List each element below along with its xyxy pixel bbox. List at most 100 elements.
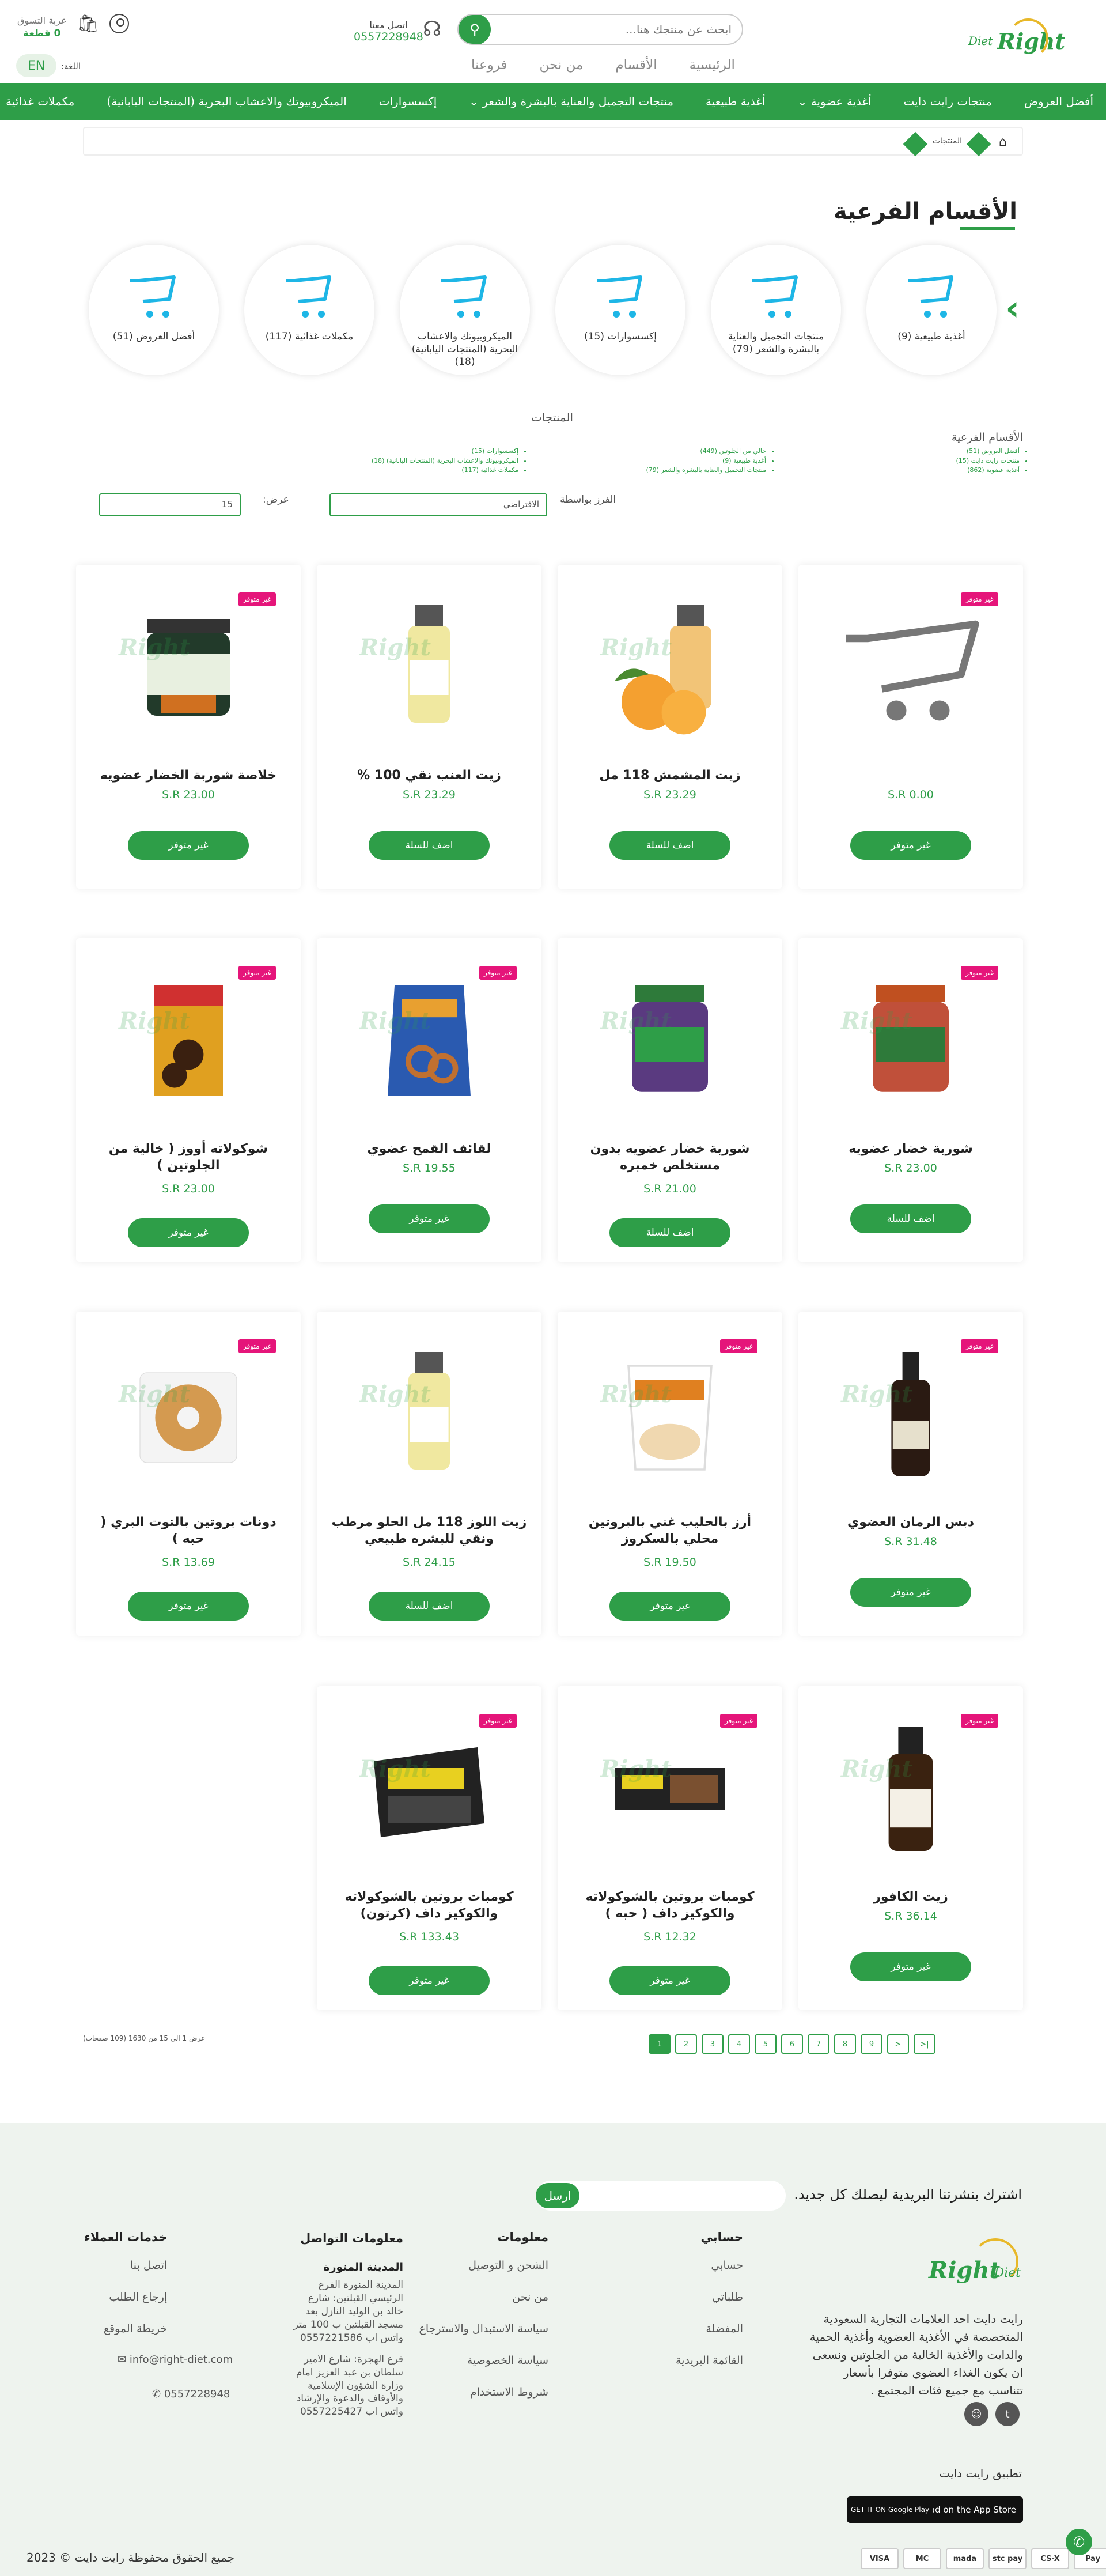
nav-about[interactable]: من نحن bbox=[539, 58, 583, 73]
page-button[interactable]: 7 bbox=[808, 2034, 830, 2054]
page-button[interactable]: 6 bbox=[781, 2034, 803, 2054]
cart-icon[interactable]: 🛍 bbox=[77, 14, 99, 34]
nav-macrobiotic[interactable]: الميكروبيوتك والاعشاب البحرية (المنتجات … bbox=[107, 95, 347, 108]
add-to-cart-button[interactable]: غير متوفر bbox=[369, 1966, 490, 1995]
product-image[interactable] bbox=[351, 1702, 507, 1875]
product-name[interactable]: كومبات بروتين بالشوكولاته والكوكيز داف (… bbox=[569, 1889, 771, 1922]
nav-right-diet-products[interactable]: منتجات رايت دايت bbox=[904, 95, 992, 108]
subcategory-link[interactable]: مكملات غذائية (117) bbox=[372, 466, 518, 475]
subcategory-item[interactable]: منتجات التجميل والعناية بالبشرة والشعر (… bbox=[711, 245, 841, 375]
whatsapp-icon[interactable]: ✆ bbox=[1066, 2529, 1092, 2555]
add-to-cart-button[interactable]: غير متوفر bbox=[128, 1218, 249, 1247]
home-icon[interactable]: ⌂ bbox=[999, 135, 1007, 149]
product-card[interactable]: Right غير متوفر لقائف القمح عضوي S.R 19.55 غ… bbox=[317, 938, 541, 1262]
product-name[interactable]: زيت المشمش 118 مل bbox=[569, 768, 771, 784]
add-to-cart-button[interactable]: غير متوفر bbox=[850, 1952, 971, 1981]
twitter-icon[interactable]: t bbox=[995, 2402, 1020, 2426]
footer-link[interactable]: اتصل بنا bbox=[84, 2259, 167, 2272]
product-name[interactable]: دبس الرمان العضوي bbox=[810, 1514, 1012, 1531]
nav-best-offers[interactable]: أفضل العروض bbox=[1024, 95, 1093, 108]
product-image[interactable] bbox=[592, 581, 748, 754]
subcategory-item[interactable]: إكسسوارات (15) bbox=[555, 245, 685, 375]
nav-natural[interactable]: أغذية طبيعية bbox=[706, 95, 766, 108]
nav-home[interactable]: الرئيسية bbox=[690, 58, 735, 73]
add-to-cart-button[interactable]: غير متوفر bbox=[609, 1592, 730, 1621]
page-button[interactable]: 4 bbox=[728, 2034, 750, 2054]
show-select[interactable]: 15 bbox=[99, 493, 241, 516]
product-card[interactable]: Right غير متوفر كومبات بروتين بالشوكولاته … bbox=[317, 1686, 541, 2010]
page-button[interactable]: 3 bbox=[702, 2034, 724, 2054]
subcategory-link[interactable]: أغذية عضوية (862) bbox=[956, 466, 1020, 475]
next-page-button[interactable]: > bbox=[887, 2034, 909, 2054]
product-name[interactable]: زيت الكافور bbox=[810, 1889, 1012, 1906]
product-name[interactable]: دونات بروتين بالتوت البري ( حبه ) bbox=[88, 1514, 289, 1547]
footer-logo[interactable]: Right Diet bbox=[925, 2227, 1023, 2296]
product-card[interactable]: Right غير متوفر خلاصة شوربة الخضار عضويه S.… bbox=[76, 565, 301, 889]
add-to-cart-button[interactable]: اضف للسلة bbox=[609, 831, 730, 860]
phone-contact[interactable]: اتصل معنا 0557228948 bbox=[354, 20, 423, 44]
footer-link[interactable]: سياسة الخصوصية bbox=[419, 2354, 548, 2367]
subcategory-link[interactable]: أغذية طبيعية (9) bbox=[646, 456, 766, 466]
nav-accessories[interactable]: إكسسوارات bbox=[379, 95, 437, 108]
product-name[interactable]: خلاصة شوربة الخضار عضويه bbox=[88, 768, 289, 784]
product-image[interactable] bbox=[111, 581, 266, 754]
product-image[interactable] bbox=[592, 954, 748, 1127]
product-image[interactable] bbox=[833, 954, 988, 1127]
footer-link[interactable]: الشحن و التوصيل bbox=[419, 2259, 548, 2272]
add-to-cart-button[interactable]: غير متوفر bbox=[850, 1578, 971, 1607]
product-card[interactable]: Right غير متوفر أرز بالحليب غني بالبروتين … bbox=[558, 1312, 782, 1636]
product-card[interactable]: Right غير متوفر شوربة خضار عضويه S.R 23.00 ا… bbox=[798, 938, 1023, 1262]
subcategory-item[interactable]: أغذية طبيعية (9) bbox=[866, 245, 997, 375]
product-card[interactable]: Right زيت العنب نقي 100 % S.R 23.29 اضف للس… bbox=[317, 565, 541, 889]
add-to-cart-button[interactable]: غير متوفر bbox=[850, 831, 971, 860]
product-card[interactable]: Right زيت اللوز 118 مل الحلو مرطب ونقي لل… bbox=[317, 1312, 541, 1636]
page-button[interactable]: 1 bbox=[649, 2034, 671, 2054]
page-button[interactable]: 5 bbox=[755, 2034, 777, 2054]
nav-supplements[interactable]: مكملات غذائية bbox=[6, 95, 74, 108]
site-logo[interactable]: Right Diet bbox=[968, 15, 1065, 67]
add-to-cart-button[interactable]: اضف للسلة bbox=[369, 831, 490, 860]
subcategory-link[interactable]: الميكروبيوتك والاعشاب البحرية (المنتجات … bbox=[372, 456, 518, 466]
product-image[interactable] bbox=[111, 954, 266, 1127]
footer-link[interactable]: المفضلة bbox=[676, 2322, 743, 2335]
product-card[interactable]: Right شوربة خضار عضويه بدون مستخلص خمبره S… bbox=[558, 938, 782, 1262]
last-page-button[interactable]: >| bbox=[914, 2034, 935, 2054]
add-to-cart-button[interactable]: غير متوفر bbox=[128, 831, 249, 860]
product-name[interactable]: لقائف القمح عضوي bbox=[328, 1141, 530, 1158]
product-image[interactable] bbox=[111, 1328, 266, 1501]
footer-email[interactable]: info@right-diet.com ✉ bbox=[118, 2354, 233, 2366]
product-name[interactable]: كومبات بروتين بالشوكولاته والكوكيز داف (… bbox=[328, 1889, 530, 1922]
product-card[interactable]: Right غير متوفر دبس الرمان العضوي S.R 31.48… bbox=[798, 1312, 1023, 1636]
language-button[interactable]: EN bbox=[16, 54, 56, 77]
nav-organic[interactable]: أغذية عضوية ⌄ bbox=[797, 95, 871, 108]
product-card[interactable]: غير متوفر S.R 0.00 غير متوفر bbox=[798, 565, 1023, 889]
product-image[interactable] bbox=[351, 1328, 507, 1501]
cart-info[interactable]: عربة التسوق 0 قطعة bbox=[17, 15, 67, 40]
product-card[interactable]: Right غير متوفر شوكولاته أووز ( خالية من ا… bbox=[76, 938, 301, 1262]
nav-branches[interactable]: فروعنا bbox=[471, 58, 507, 73]
breadcrumb-current[interactable]: المنتجات bbox=[933, 137, 962, 146]
product-image[interactable] bbox=[833, 581, 988, 754]
subcategory-link[interactable]: أفضل العروض (51) bbox=[956, 447, 1020, 456]
product-name[interactable]: زيت اللوز 118 مل الحلو مرطب ونقي للبشره … bbox=[328, 1514, 530, 1547]
product-image[interactable] bbox=[592, 1328, 748, 1501]
add-to-cart-button[interactable]: اضف للسلة bbox=[850, 1204, 971, 1233]
sort-select[interactable]: الافتراضي bbox=[329, 493, 547, 516]
nav-beauty[interactable]: منتجات التجميل والعناية بالبشرة والشعر ⌄ bbox=[469, 95, 673, 108]
page-button[interactable]: 8 bbox=[834, 2034, 856, 2054]
subcategory-link[interactable]: إكسسوارات (15) bbox=[372, 447, 518, 456]
footer-link[interactable]: حسابي bbox=[676, 2259, 743, 2272]
product-name[interactable]: أرز بالحليب غني بالبروتين محلي بالسكروز bbox=[569, 1514, 771, 1547]
add-to-cart-button[interactable]: غير متوفر bbox=[369, 1204, 490, 1233]
add-to-cart-button[interactable]: اضف للسلة bbox=[609, 1218, 730, 1247]
subcategory-item[interactable]: الميكروبيوتك والاعشاب البحرية (المنتجات … bbox=[400, 245, 530, 375]
add-to-cart-button[interactable]: اضف للسلة bbox=[369, 1592, 490, 1621]
footer-link[interactable]: شروط الاستخدام bbox=[419, 2386, 548, 2399]
product-card[interactable]: Right غير متوفر زيت الكافور S.R 36.14 غير مت… bbox=[798, 1686, 1023, 2010]
subcategory-link[interactable]: منتجات رايت دايت (15) bbox=[956, 456, 1020, 466]
search-button[interactable]: ⚲ bbox=[459, 15, 491, 44]
nav-categories[interactable]: الأقسام bbox=[615, 58, 657, 73]
footer-link[interactable]: خريطة الموقع bbox=[84, 2322, 167, 2335]
subcategory-item[interactable]: أفضل العروض (51) bbox=[89, 245, 219, 375]
carousel-next-icon[interactable]: › bbox=[1005, 288, 1020, 328]
